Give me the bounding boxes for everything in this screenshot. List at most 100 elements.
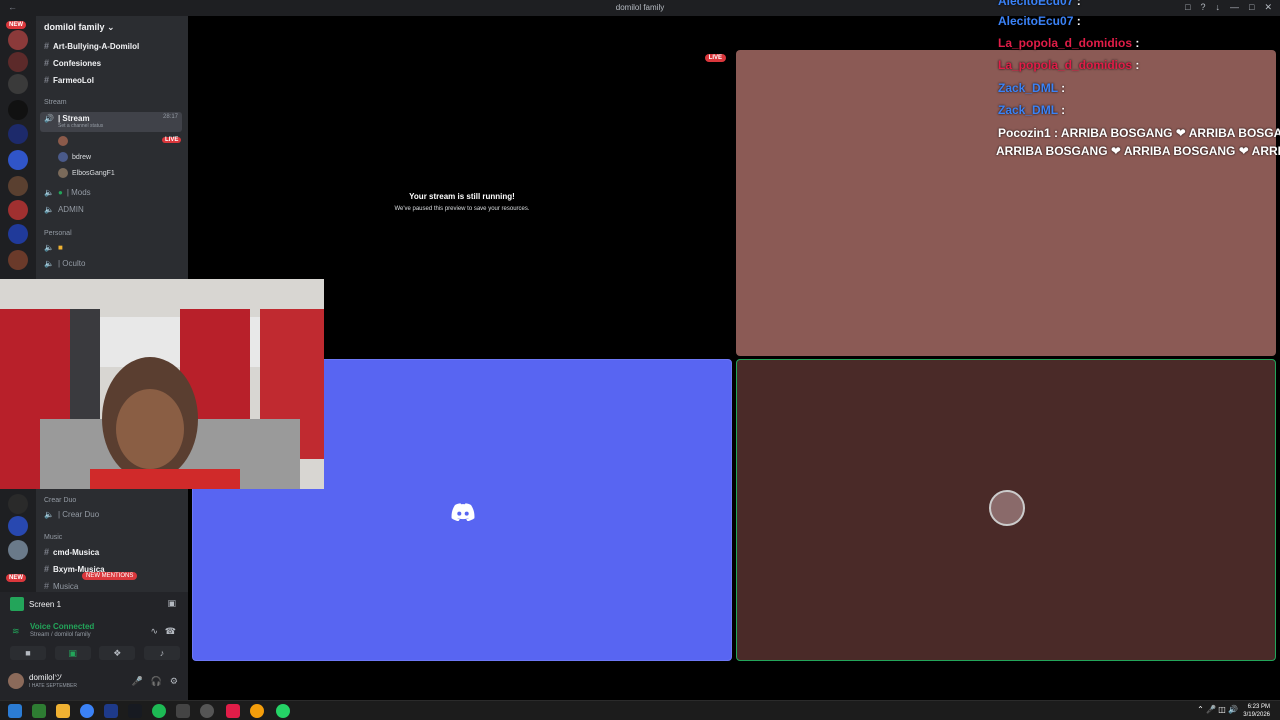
participant-tile-speaking[interactable] [736,359,1276,661]
channel-admin[interactable]: 🔈 ADMIN [44,205,84,214]
channel-farmeolol[interactable]: # FarmeoLol [44,75,94,85]
voice-panel: Screen 1 ▣ ≋ Voice Connected Stream / do… [0,592,188,700]
live-badge: LIVE [704,54,726,62]
new-badge: NEW [6,21,26,29]
screen-share-row[interactable]: Screen 1 [10,597,61,611]
discord-logo-icon [451,503,475,521]
server-icon[interactable] [8,200,28,220]
chat-message: Pocozin1 : ARRIBA BOSGANG ❤ ARRIBA BOSGA… [998,126,1280,140]
noise-suppression-icon[interactable]: ∿ [150,626,158,637]
voice-user[interactable]: bdrew [58,152,91,162]
voice-connected-label[interactable]: Voice Connected [30,622,94,631]
category-crear-duo[interactable]: Crear Duo [44,497,76,504]
channel-oculto[interactable]: 🔈 | Oculto [44,259,85,268]
camera-off-button[interactable]: ■ [10,646,46,660]
channel-status[interactable]: Set a channel status [58,123,103,129]
channel-musica[interactable]: # Musica [44,581,78,591]
minimize-icon[interactable]: — [1230,2,1239,13]
browser-icon[interactable] [80,704,94,718]
avatar [58,168,68,178]
server-icon[interactable] [8,540,28,560]
download-icon[interactable]: ↓ [1216,2,1221,13]
steam-icon[interactable] [128,704,142,718]
server-icon[interactable] [8,124,28,144]
channel-personal-lock[interactable]: 🔈 ■ [44,243,63,252]
title-bar: ← domilol family □ ? ↓ — □ ✕ [0,0,1280,16]
headphones-icon[interactable]: 🎧 [151,676,162,687]
paused-title: Your stream is still running! [409,192,515,201]
windows-start-icon[interactable] [8,704,22,718]
user-label: ElbosGangF1 [72,169,115,177]
chat-username: AlecitoEcu07 [998,14,1074,28]
disconnect-icon[interactable]: ☎ [165,626,176,637]
screen-label: Screen 1 [29,599,62,609]
voice-user[interactable] [58,136,68,146]
server-icon[interactable] [8,176,28,196]
app-icon[interactable] [104,704,118,718]
maximize-icon[interactable]: □ [1249,2,1254,13]
channel-confesiones[interactable]: # Confesiones [44,58,101,68]
chat-text: : [1057,81,1066,95]
user-area[interactable]: domilolツ I HATE SEPTEMBER [8,672,77,689]
guild-name[interactable]: domilol family ⌄ [44,22,115,33]
whatsapp-icon[interactable] [276,704,290,718]
server-icon[interactable] [8,100,28,120]
server-icon[interactable] [8,516,28,536]
server-icon[interactable] [8,224,28,244]
chat-message: La_popola_d_domidios : [998,36,1139,50]
folder-icon[interactable] [56,704,70,718]
category-stream[interactable]: Stream [44,99,67,106]
window-tools: □ ? ↓ — □ ✕ [1185,2,1272,13]
app-icon[interactable] [176,704,190,718]
clock[interactable]: 6:23 PM 3/19/2026 [1243,703,1270,719]
server-icon[interactable] [8,150,28,170]
screen-popout-icon[interactable]: ▣ [167,598,176,609]
live-badge: LIVE [162,137,182,143]
soundboard-button[interactable]: ♪ [143,646,180,660]
server-icon[interactable] [8,52,28,72]
settings-gear-icon[interactable]: ⚙ [170,676,178,687]
webcam-feed-image [0,279,324,489]
server-icon[interactable] [8,494,28,514]
channel-label: | Stream [57,114,90,123]
chat-message: La_popola_d_domidios : [998,58,1139,72]
channel-crear-duo[interactable]: 🔈 | Crear Duo [44,510,99,519]
user-controls: 🎤 🎧 ⚙ [131,676,178,687]
activities-button[interactable]: ❖ [99,646,136,660]
spotify-icon[interactable] [152,704,166,718]
category-personal[interactable]: Personal [44,230,72,237]
chat-message: Zack_DML : [998,81,1065,95]
help-icon[interactable]: ? [1201,2,1206,13]
mic-icon[interactable]: 🎤 [131,676,142,687]
taskbar: ⌃ 🎤 ◫ 🔊 6:23 PM 3/19/2026 [0,700,1280,720]
close-icon[interactable]: ✕ [1264,2,1272,13]
channel-stream[interactable]: 🔊 | Stream 28:17 [40,112,182,132]
voice-user[interactable]: ElbosGangF1 [58,168,115,178]
channel-cmd-musica[interactable]: # cmd-Musica [44,547,99,557]
channel-mods[interactable]: 🔈 ● | Mods [44,188,91,197]
app-icon[interactable] [32,704,46,718]
chat-text: : ARRIBA BOSGANG ❤ ARRIBA BOSGANG [1050,126,1280,140]
voice-channel-sub[interactable]: Stream / domilol family [30,632,91,638]
inbox-icon[interactable]: □ [1185,2,1190,13]
new-mentions-badge[interactable]: NEW MENTIONS [82,572,138,580]
chevron-down-icon: ⌄ [107,22,115,32]
screen-share-button[interactable]: ▣ [54,646,91,660]
server-icon[interactable] [8,250,28,270]
avatar [8,672,24,689]
system-tray-icons[interactable]: ⌃ 🎤 ◫ 🔊 [1197,705,1238,714]
server-icon[interactable] [8,74,28,94]
category-music[interactable]: Music [44,534,62,541]
hash-icon: # [44,547,50,557]
channel-art-bullying[interactable]: # Art-Bullying-A-Domilol [44,41,139,51]
obs-icon[interactable] [200,704,214,718]
chat-text: : [1132,58,1140,72]
chat-username: Pocozin1 [998,126,1051,140]
participant-tile[interactable] [736,50,1276,356]
tiktok-icon[interactable] [226,704,240,718]
chat-message: Zack_DML : [998,103,1065,117]
guild-name-label: domilol family [44,22,105,32]
server-icon[interactable] [8,30,28,50]
chrome-icon[interactable] [250,704,264,718]
window-title: domilol family [615,3,665,12]
